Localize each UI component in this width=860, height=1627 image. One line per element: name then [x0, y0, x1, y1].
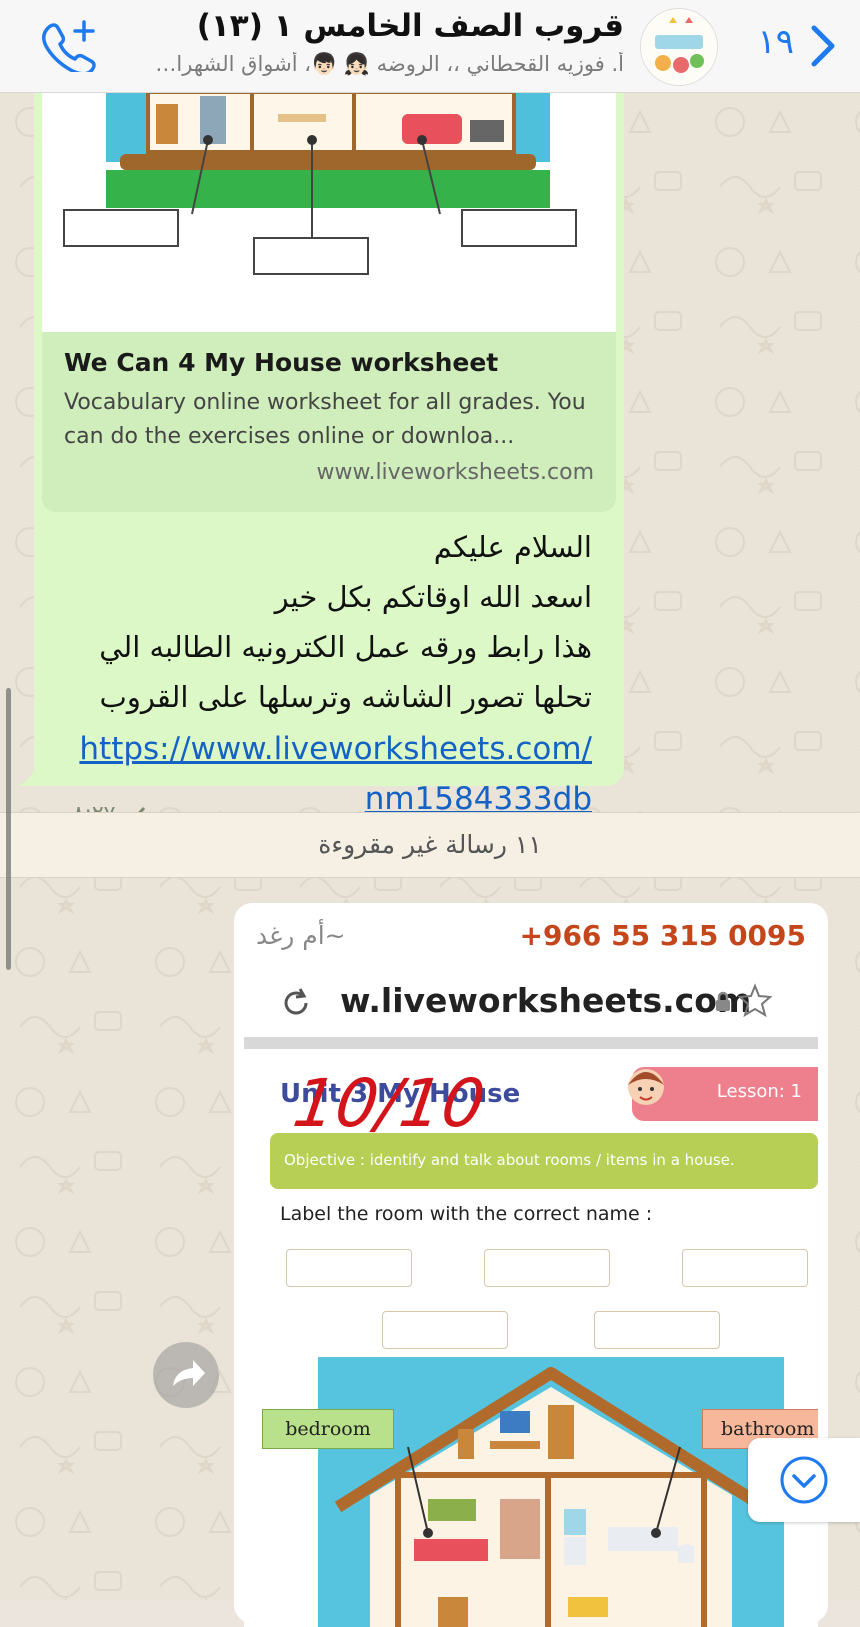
group-members[interactable]: أ. فوزيه القحطاني ،، الروضه 👧🏻 👦🏻، أشواق… — [154, 52, 624, 77]
forward-icon — [173, 1360, 205, 1386]
link-preview-image[interactable] — [42, 92, 616, 332]
chat-header: ١٩ قروب الصف الخامس ١ (١٣) أ. فوزيه القح… — [0, 0, 860, 93]
answer-box — [682, 1249, 808, 1287]
forward-button[interactable] — [153, 1342, 219, 1408]
label-instruction: Label the room with the correct name : — [280, 1203, 653, 1225]
outgoing-message-bubble[interactable]: We Can 4 My House worksheet Vocabulary o… — [32, 60, 624, 827]
unread-count[interactable]: ١٩ — [757, 22, 794, 62]
answer-box — [286, 1249, 412, 1287]
unread-messages-text: ١١ رسالة غير مقروءة — [318, 830, 542, 859]
score-annotation: 10/10 — [288, 1065, 490, 1142]
unread-messages-banner: ١١ رسالة غير مقروءة — [0, 812, 860, 878]
answer-box — [594, 1311, 720, 1349]
message-line: هذا رابط ورقه عمل الكترونيه الطالبه الي — [99, 630, 592, 664]
sender-name[interactable]: ~أم رغد — [256, 921, 346, 950]
girl-icon — [628, 1069, 664, 1105]
link-preview-description: Vocabulary online worksheet for all grad… — [64, 390, 586, 449]
lock-icon — [716, 991, 730, 1011]
browser-url: w.liveworksheets.com — [340, 981, 752, 1020]
link-preview-title: We Can 4 My House worksheet — [64, 348, 499, 377]
sender-phone[interactable]: +966 55 315 0095 — [520, 919, 807, 952]
house-illustration — [318, 1357, 784, 1627]
incoming-message-bubble[interactable]: +966 55 315 0095 ~أم رغد w.liveworksheet… — [234, 903, 828, 1627]
message-link-line[interactable]: https://www.liveworksheets.com/ — [32, 724, 592, 774]
back-chevron-icon[interactable] — [802, 22, 842, 70]
scroll-down-button[interactable] — [748, 1438, 860, 1522]
message-line: السلام عليكم — [433, 530, 592, 564]
link-preview-card[interactable]: We Can 4 My House worksheet Vocabulary o… — [42, 332, 616, 512]
lesson-label: Lesson: 1 — [716, 1081, 802, 1102]
group-title[interactable]: قروب الصف الخامس ١ (١٣) — [197, 8, 624, 44]
objective-text: Objective : identify and talk about room… — [284, 1151, 735, 1169]
star-icon — [738, 983, 772, 1017]
scrollbar[interactable] — [6, 688, 11, 970]
link-preview-domain: www.liveworksheets.com — [316, 460, 594, 485]
message-line: تحلها تصور الشاشه وترسلها على القروب — [99, 680, 592, 714]
message-text: السلام عليكم اسعد الله اوقاتكم بكل خير ه… — [32, 522, 592, 722]
group-avatar-icon[interactable] — [640, 8, 718, 86]
label-bedroom: bedroom — [262, 1409, 394, 1449]
bubble-tail — [18, 760, 54, 786]
answer-box — [382, 1311, 508, 1349]
lesson-tag: Lesson: 1 — [628, 1067, 818, 1121]
message-image[interactable]: w.liveworksheets.com Unit 3 My House Les… — [244, 967, 818, 1627]
message-line: اسعد الله اوقاتكم بكل خير — [274, 580, 592, 614]
add-call-icon[interactable] — [40, 18, 100, 72]
scroll-down-icon — [780, 1456, 828, 1504]
browser-progress-bar — [244, 1037, 818, 1049]
answer-box — [484, 1249, 610, 1287]
reload-icon — [284, 988, 308, 1015]
browser-url-bar: w.liveworksheets.com — [244, 967, 818, 1037]
